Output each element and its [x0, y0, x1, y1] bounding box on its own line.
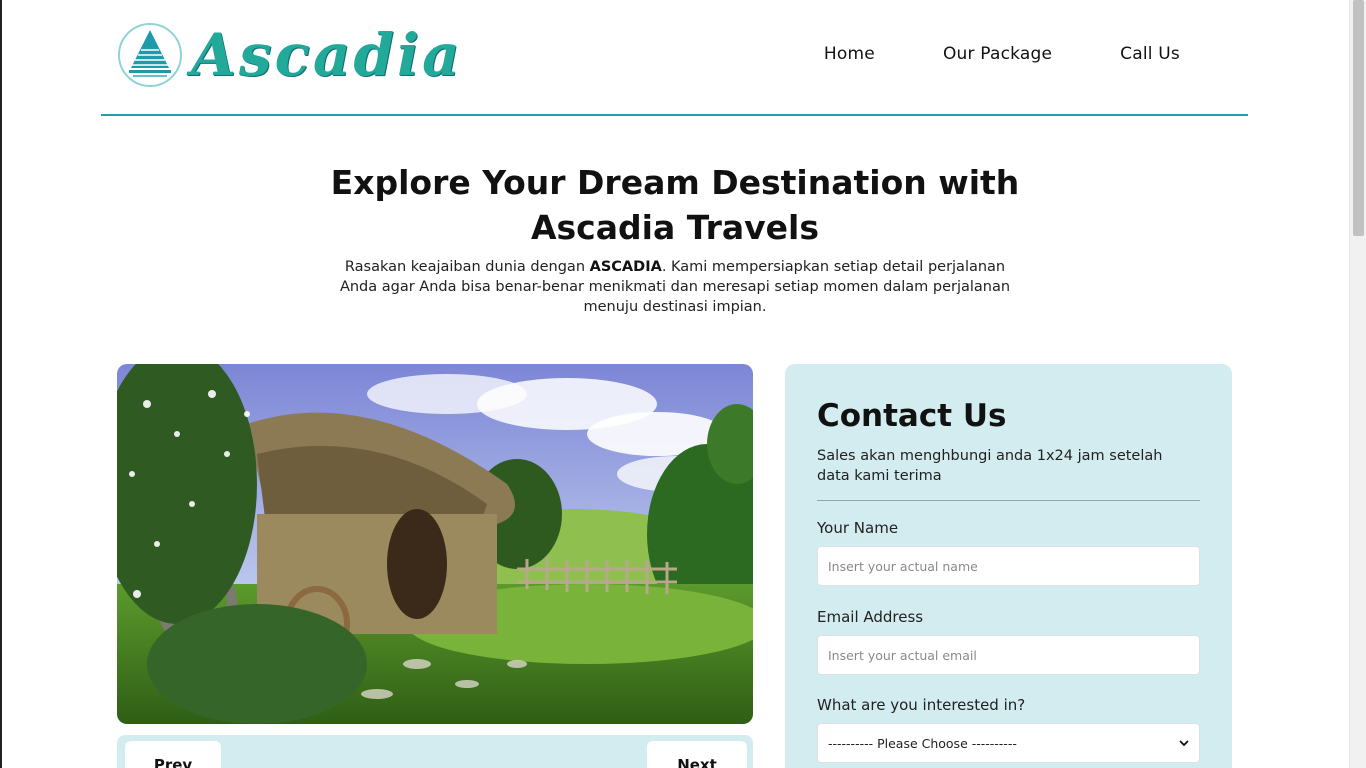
slider-image: [117, 364, 753, 724]
scrollbar-thumb[interactable]: [1353, 0, 1364, 236]
interest-select[interactable]: ---------- Please Choose ----------: [817, 723, 1200, 763]
mountain-logo-icon: [118, 23, 182, 87]
page-scrollbar[interactable]: [1349, 0, 1366, 768]
divider: [817, 500, 1200, 501]
main-nav: Home Our Package Call Us: [824, 44, 1180, 64]
email-label: Email Address: [817, 608, 924, 626]
next-button[interactable]: Next: [647, 741, 747, 768]
slider-controls: Prev Next: [117, 735, 753, 768]
hero-desc-brand: ASCADIA: [589, 259, 662, 275]
brand-name: Ascadia: [191, 21, 463, 89]
contact-card: Contact Us Sales akan menghbungi anda 1x…: [785, 364, 1232, 768]
nav-our-package[interactable]: Our Package: [943, 44, 1052, 64]
prev-button[interactable]: Prev: [125, 741, 221, 768]
hobbit-house-image: [117, 364, 753, 724]
contact-title: Contact Us: [817, 398, 1007, 434]
hero-title: Explore Your Dream Destination with Asca…: [330, 163, 1020, 247]
site-header: Ascadia Home Our Package Call Us: [101, 0, 1248, 116]
interest-select-value: ---------- Please Choose ----------: [828, 735, 1017, 751]
interest-label: What are you interested in?: [817, 696, 1026, 714]
name-label: Your Name: [817, 519, 899, 537]
nav-call-us[interactable]: Call Us: [1120, 44, 1180, 64]
hero-desc-part: Rasakan keajaiban dunia dengan: [344, 259, 590, 275]
contact-subtitle: Sales akan menghbungi anda 1x24 jam sete…: [817, 448, 1163, 484]
nav-home[interactable]: Home: [824, 44, 875, 64]
hero-description: Rasakan keajaiban dunia dengan ASCADIA. …: [330, 257, 1020, 317]
email-input[interactable]: [817, 635, 1200, 675]
chevron-down-icon: [1179, 740, 1189, 747]
brand-logo[interactable]: Ascadia: [117, 22, 463, 88]
window-edge: [0, 0, 2, 768]
name-input[interactable]: [817, 546, 1200, 586]
